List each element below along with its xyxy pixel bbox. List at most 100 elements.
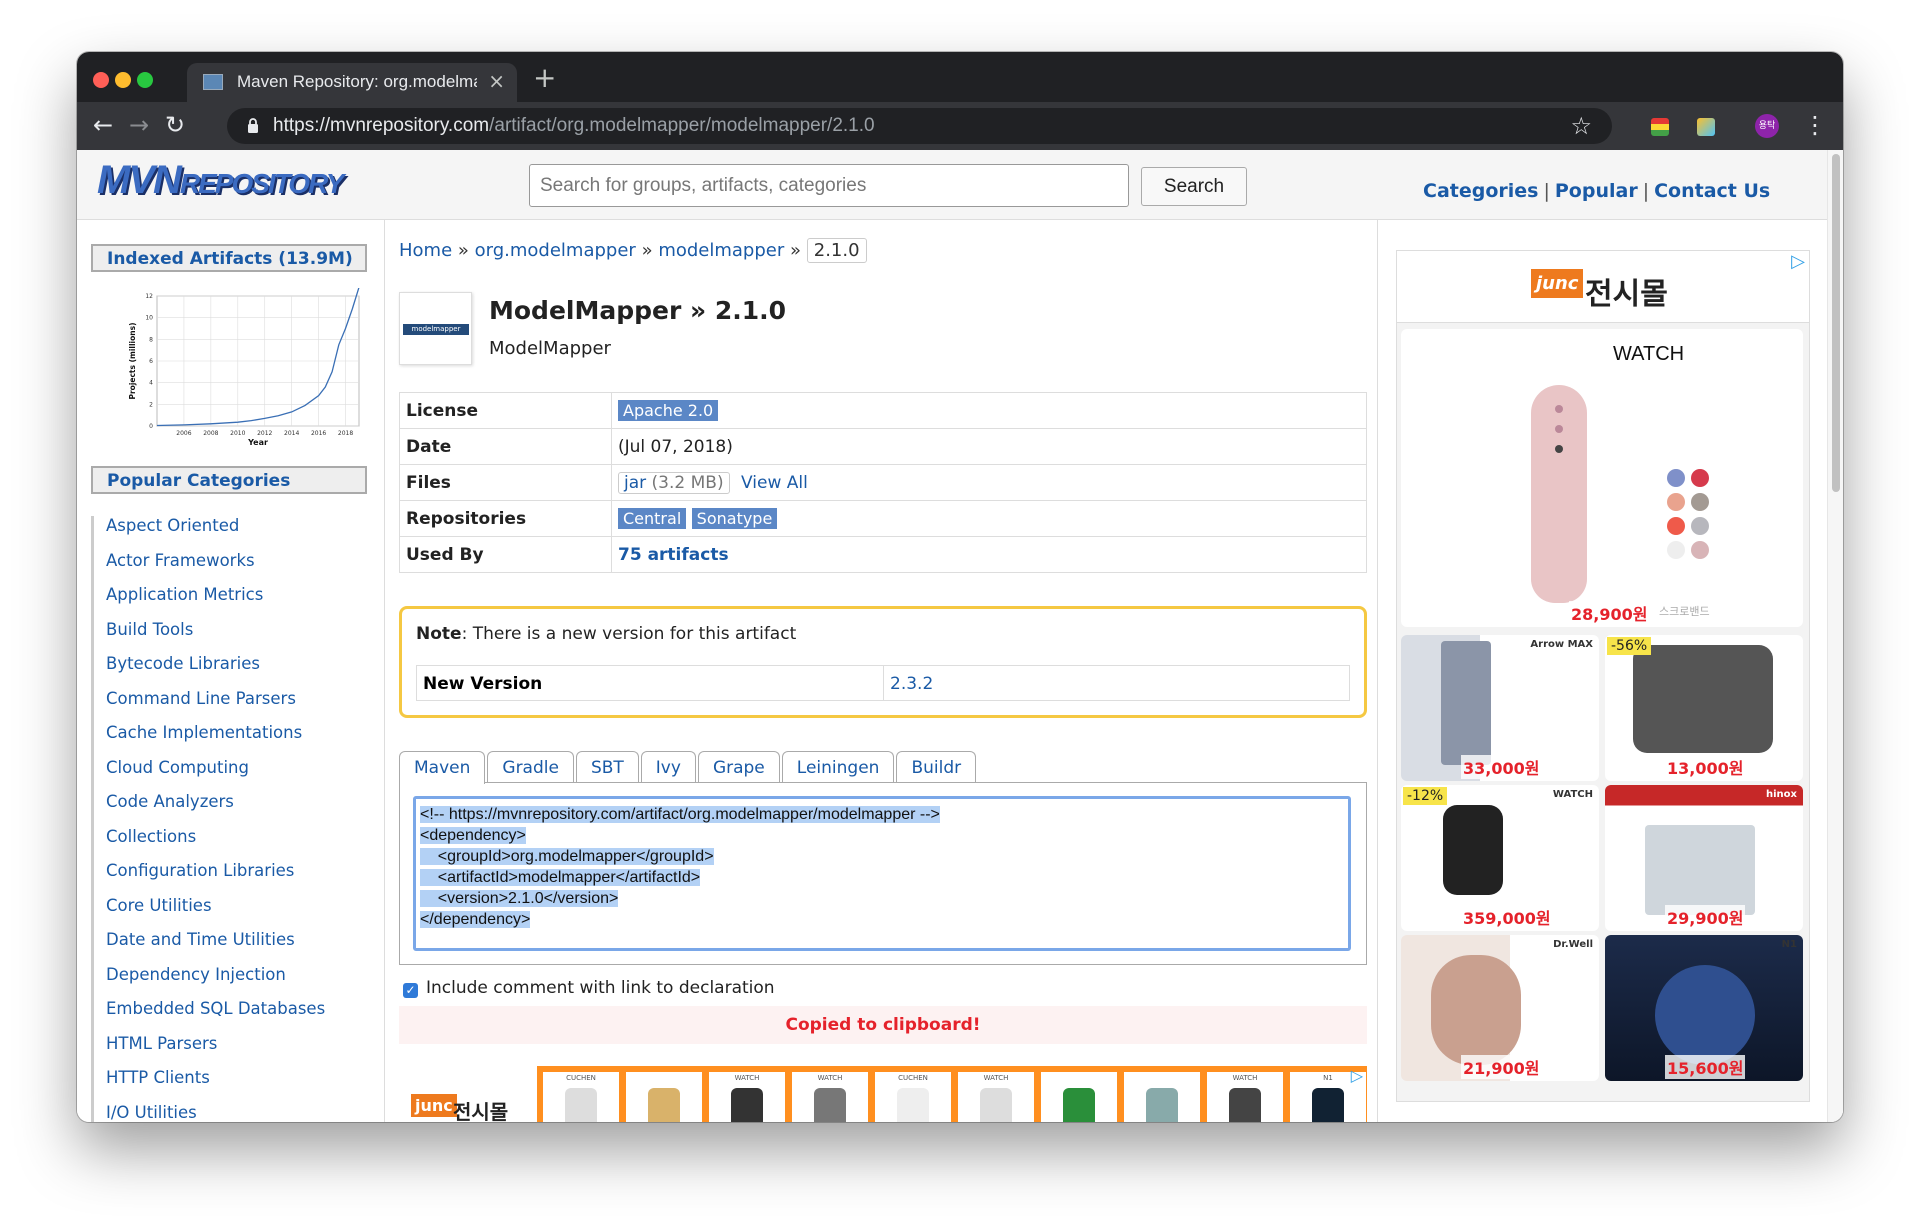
category-link[interactable]: Build Tools [106,620,325,655]
category-link[interactable]: Cache Implementations [106,723,325,758]
breadcrumb-home[interactable]: Home [399,240,452,261]
browser-window: Maven Repository: org.modelmapper × + ← … [77,52,1843,1122]
breadcrumb-current-version: 2.1.0 [806,238,867,263]
license-label: License [399,392,612,429]
maximize-window-button[interactable] [137,72,153,88]
category-link[interactable]: Configuration Libraries [106,861,325,896]
banner-product-thumb[interactable] [1041,1072,1117,1122]
extension-image-icon[interactable] [1697,118,1715,136]
include-comment-checkbox[interactable]: ✓ [403,983,418,998]
jar-download-link[interactable]: jar (3.2 MB) [618,471,730,494]
category-link[interactable]: Embedded SQL Databases [106,999,325,1034]
bookmark-star-icon[interactable]: ☆ [1570,112,1592,140]
banner-product-thumb[interactable] [626,1072,702,1122]
license-tag[interactable]: Apache 2.0 [618,400,719,421]
category-link[interactable]: Code Analyzers [106,792,325,827]
banner-ad[interactable]: junc 전시몰 CUCHEN WATCH WATCH CUCHEN WATCH WATC… [399,1066,1367,1122]
category-link[interactable]: Collections [106,827,325,862]
tab-buildr[interactable]: Buildr [896,751,977,783]
tab-gradle[interactable]: Gradle [487,751,574,783]
browser-tab[interactable]: Maven Repository: org.modelmapper × [187,63,517,102]
tab-maven[interactable]: Maven [399,751,486,784]
tab-sbt[interactable]: SBT [575,751,639,783]
banner-product-thumb[interactable]: WATCH [1207,1072,1283,1122]
breadcrumb-artifact[interactable]: modelmapper [658,240,784,261]
ad-product-label: N1 [1781,939,1797,950]
banner-product-thumb[interactable]: WATCH [709,1072,785,1122]
mvn-logo[interactable]: MVNREPOSITORY [97,158,344,203]
hero-tag: 스크로밴드 [1659,605,1710,618]
category-link[interactable]: Dependency Injection [106,965,325,1000]
indexed-artifacts-chart: 0 2 4 6 8 10 12 2006 2008 2010 2012 2014 2016 2018 Yea… [128,288,360,447]
banner-product-thumb[interactable] [1124,1072,1200,1122]
category-link[interactable]: Command Line Parsers [106,689,325,724]
new-tab-icon[interactable]: + [533,64,556,92]
search-button[interactable]: Search [1141,167,1247,206]
banner-product-thumb[interactable]: CUCHEN [543,1072,619,1122]
ad-product-card[interactable]: N1 15,600원 [1605,935,1803,1081]
note-text: Note: There is a new version for this ar… [416,624,796,644]
breadcrumb-separator: » [641,240,653,261]
ad-info-icon[interactable]: ▷ [1351,1066,1363,1085]
banner-product-thumb[interactable]: WATCH [792,1072,868,1122]
tab-leiningen[interactable]: Leiningen [781,751,895,783]
ad-product-card[interactable]: -56% 13,000원 [1605,635,1803,781]
close-tab-icon[interactable]: × [488,69,505,93]
table-row: Files jar (3.2 MB) View All [399,464,1367,501]
category-link[interactable]: Application Metrics [106,585,325,620]
repo-tag-central[interactable]: Central [618,508,687,529]
page-scrollbar[interactable] [1827,150,1843,1122]
forward-icon[interactable]: → [129,110,149,140]
minimize-window-button[interactable] [115,72,131,88]
banner-product-thumb[interactable]: CUCHEN [875,1072,951,1122]
color-swatch [1667,469,1685,487]
category-link[interactable]: HTTP Clients [106,1068,325,1103]
address-bar[interactable]: https://mvnrepository.com/artifact/org.m… [227,108,1612,144]
apple-watch-text: WATCH [1613,343,1685,365]
side-ad[interactable]: junc 전시몰 ▷ WATCH 28,900원 스크로밴드 Arrow MAX… [1396,250,1810,1102]
banner-product-thumb[interactable]: WATCH [958,1072,1034,1122]
reload-icon[interactable]: ↻ [165,110,185,140]
color-swatch [1667,541,1685,559]
ad-product-card[interactable]: WATCH -12% 359,000원 [1401,785,1599,931]
back-icon[interactable]: ← [93,110,113,140]
extension-colors-icon[interactable] [1651,118,1669,136]
category-link[interactable]: HTML Parsers [106,1034,325,1069]
used-by-link[interactable]: 75 artifacts [618,545,729,565]
close-window-button[interactable] [93,72,109,88]
breadcrumb-group[interactable]: org.modelmapper [475,240,636,261]
category-link[interactable]: Core Utilities [106,896,325,931]
side-ad-hero[interactable]: WATCH 28,900원 스크로밴드 [1401,329,1803,627]
banner-product-image [1229,1088,1261,1122]
search-input[interactable] [529,164,1129,207]
table-row: Date (Jul 07, 2018) [399,428,1367,465]
indexed-artifacts-title[interactable]: Indexed Artifacts (13.9M) [91,244,367,272]
repo-tag-sonatype[interactable]: Sonatype [691,508,778,529]
nav-categories-link[interactable]: Categories [1423,180,1538,202]
new-version-link[interactable]: 2.3.2 [883,666,939,700]
breadcrumb-separator: » [790,240,802,261]
ad-product-card[interactable]: Dr.Well 21,900원 [1401,935,1599,1081]
build-tool-tabs: Maven Gradle SBT Ivy Grape Leiningen Buildr [399,751,978,784]
ad-info-icon[interactable]: ▷ [1791,251,1805,272]
include-comment-label[interactable]: Include comment with link to declaration [426,978,775,998]
banner-product-image [1063,1088,1095,1122]
category-link[interactable]: Aspect Oriented [106,516,325,551]
scrollbar-thumb[interactable] [1832,154,1840,492]
dependency-snippet-textarea[interactable]: <!-- https://mvnrepository.com/artifact/… [413,796,1351,951]
popular-categories-title[interactable]: Popular Categories [91,466,367,494]
category-link[interactable]: I/O Utilities [106,1103,325,1123]
tab-ivy[interactable]: Ivy [640,751,696,783]
view-all-link[interactable]: View All [741,473,808,493]
ad-product-card[interactable]: hinox 29,900원 [1605,785,1803,931]
category-link[interactable]: Bytecode Libraries [106,654,325,689]
category-link[interactable]: Date and Time Utilities [106,930,325,965]
profile-avatar[interactable]: 용탁 [1755,114,1779,138]
category-link[interactable]: Actor Frameworks [106,551,325,586]
browser-menu-icon[interactable]: ⋮ [1803,112,1827,138]
category-link[interactable]: Cloud Computing [106,758,325,793]
nav-popular-link[interactable]: Popular [1555,180,1638,202]
nav-contact-link[interactable]: Contact Us [1654,180,1770,202]
ad-product-card[interactable]: Arrow MAX 33,000원 [1401,635,1599,781]
tab-grape[interactable]: Grape [697,751,780,783]
